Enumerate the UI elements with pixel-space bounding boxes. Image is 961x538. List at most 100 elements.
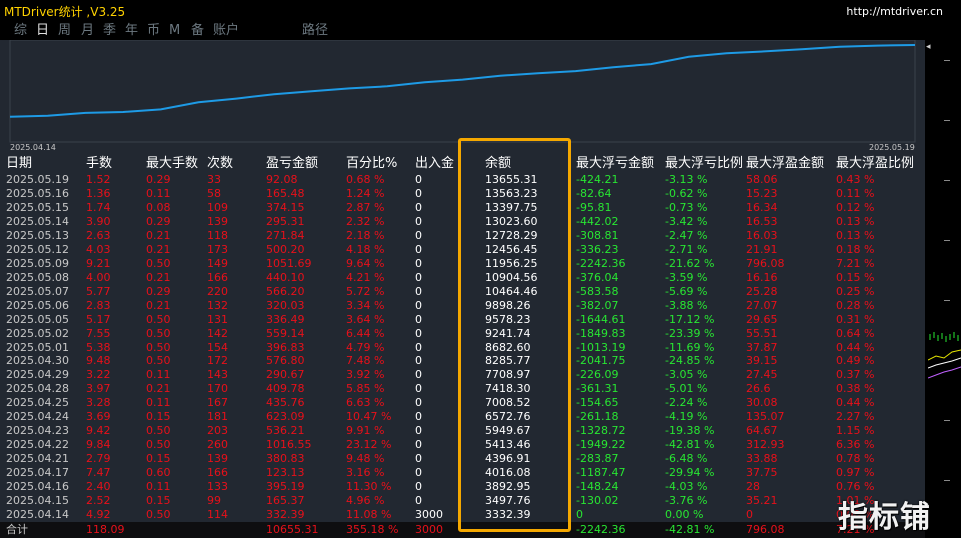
cell-max-float-profit: 29.65: [746, 312, 778, 326]
cell-date: 2025.05.13: [6, 228, 69, 242]
cell-max-float-loss-pct: -3.76 %: [665, 494, 708, 508]
cell-max-float-loss: -261.18: [576, 410, 619, 424]
cell-deposit: 0: [415, 326, 422, 340]
cell-max-float-profit-pct: 2.27 %: [836, 410, 875, 424]
cell-trades: 220: [207, 284, 228, 298]
cell-deposit: 0: [415, 242, 422, 256]
cell-max-float-profit-pct: 0.13 %: [836, 228, 875, 242]
cell-lots: 9.48: [86, 354, 111, 368]
tab-yearly[interactable]: 年: [125, 22, 138, 40]
cell-max-float-loss: -583.58: [576, 284, 619, 298]
cell-max-float-profit: 30.08: [746, 396, 778, 410]
cell-trades: 58: [207, 186, 221, 200]
col-percent[interactable]: 百分比%: [346, 156, 397, 172]
cell-lots: 2.79: [86, 452, 111, 466]
cell-date: 2025.05.01: [6, 340, 69, 354]
scroll-arrow-icon[interactable]: ◂: [926, 42, 931, 52]
cell-date: 2025.05.05: [6, 312, 69, 326]
cell-lots: 2.63: [86, 228, 111, 242]
tab-notes[interactable]: 备: [191, 22, 204, 40]
cell-percent: 3.34 %: [346, 298, 385, 312]
cell-date: 2025.04.23: [6, 424, 69, 438]
tab-path[interactable]: 路径: [302, 22, 328, 40]
cell-max-float-profit: 16.16: [746, 270, 778, 284]
cell-trades: 139: [207, 214, 228, 228]
cell-deposit: 0: [415, 256, 422, 270]
cell-profit: 380.83: [266, 452, 305, 466]
cell-profit: 165.48: [266, 186, 305, 200]
cell-percent: 2.32 %: [346, 214, 385, 228]
cell-max-float-profit-pct: 0.25 %: [836, 284, 875, 298]
cell-lots: 5.77: [86, 284, 111, 298]
cell-profit: 395.19: [266, 480, 305, 494]
cell-date: 2025.04.21: [6, 452, 69, 466]
cell-trades: 139: [207, 452, 228, 466]
cell-max-lots: 0.11: [146, 480, 171, 494]
cell-lots: 5.17: [86, 312, 111, 326]
cell-max-float-profit: 25.28: [746, 284, 778, 298]
cell-max-float-loss: -2242.36: [576, 256, 626, 270]
cell-max-float-profit-pct: 0.12 %: [836, 200, 875, 214]
cell-max-float-profit: 33.88: [746, 452, 778, 466]
cell-deposit: 0: [415, 200, 422, 214]
cell-lots: 2.83: [86, 298, 111, 312]
tab-currency[interactable]: 币: [147, 22, 160, 40]
cell-deposit: 0: [415, 186, 422, 200]
cell-max-float-loss: -1644.61: [576, 312, 626, 326]
col-max-float-profit-pct[interactable]: 最大浮盈比例: [836, 156, 914, 172]
cell-profit: 336.49: [266, 312, 305, 326]
cell-lots: 9.84: [86, 438, 111, 452]
col-profit[interactable]: 盈亏金额: [266, 156, 318, 172]
tab-weekly[interactable]: 周: [58, 22, 71, 40]
cell-deposit: 0: [415, 382, 422, 396]
cell-max-float-profit-pct: 0.44 %: [836, 340, 875, 354]
cell-percent: 6.44 %: [346, 326, 385, 340]
cell-max-float-loss-pct: -24.85 %: [665, 354, 715, 368]
col-max-float-loss[interactable]: 最大浮亏金额: [576, 156, 654, 172]
col-trades[interactable]: 次数: [207, 156, 233, 172]
cell-max-float-loss: -95.81: [576, 200, 612, 214]
cell-percent: 4.21 %: [346, 270, 385, 284]
cell-lots: 5.38: [86, 340, 111, 354]
tab-account[interactable]: 账户: [213, 22, 239, 40]
cell-trades: 172: [207, 354, 228, 368]
col-lots[interactable]: 手数: [86, 156, 112, 172]
tab-monthly[interactable]: 月: [81, 22, 94, 40]
col-max-float-profit[interactable]: 最大浮盈金额: [746, 156, 824, 172]
tab-overview[interactable]: 综: [14, 22, 27, 40]
tab-m[interactable]: M: [169, 22, 180, 40]
col-max-float-loss-pct[interactable]: 最大浮亏比例: [665, 156, 743, 172]
balance-column-highlight: [458, 138, 571, 532]
cell-max-float-profit: 0: [746, 508, 753, 522]
cell-date: 2025.05.19: [6, 173, 69, 186]
cell-profit: 332.39: [266, 508, 305, 522]
col-deposit[interactable]: 出入金: [415, 156, 454, 172]
cell-trades: 143: [207, 368, 228, 382]
balance-curve-chart: [9, 40, 916, 143]
tab-quarterly[interactable]: 季: [103, 22, 116, 40]
cell-max-float-loss: -442.02: [576, 214, 619, 228]
cell-max-float-profit: 312.93: [746, 438, 785, 452]
col-max-lots[interactable]: 最大手数: [146, 156, 198, 172]
price-scale-tick: [944, 180, 950, 181]
cell-profit: 500.20: [266, 242, 305, 256]
cell-max-float-loss-pct: -3.59 %: [665, 270, 708, 284]
cell-max-float-loss-pct: -2.24 %: [665, 396, 708, 410]
cell-max-float-profit: 64.67: [746, 424, 778, 438]
tab-daily[interactable]: 日: [36, 22, 49, 40]
cell-max-float-loss: -1849.83: [576, 326, 626, 340]
cell-max-float-loss: -1013.19: [576, 340, 626, 354]
website-link[interactable]: http://mtdriver.cn: [846, 5, 943, 18]
cell-lots: 3.97: [86, 382, 111, 396]
cell-max-float-loss: -226.09: [576, 368, 619, 382]
cell-profit: 536.21: [266, 424, 305, 438]
cell-percent: 9.91 %: [346, 424, 385, 438]
cell-max-lots: 0.21: [146, 270, 171, 284]
col-date[interactable]: 日期: [6, 156, 32, 172]
cell-date: 2025.04.16: [6, 480, 69, 494]
cell-profit: 559.14: [266, 326, 305, 340]
cell-max-float-profit: 58.06: [746, 173, 778, 186]
cell-max-lots: 0.29: [146, 214, 171, 228]
watermark-logo: 指标铺: [838, 500, 931, 535]
cell-max-float-loss-pct: -2.71 %: [665, 242, 708, 256]
